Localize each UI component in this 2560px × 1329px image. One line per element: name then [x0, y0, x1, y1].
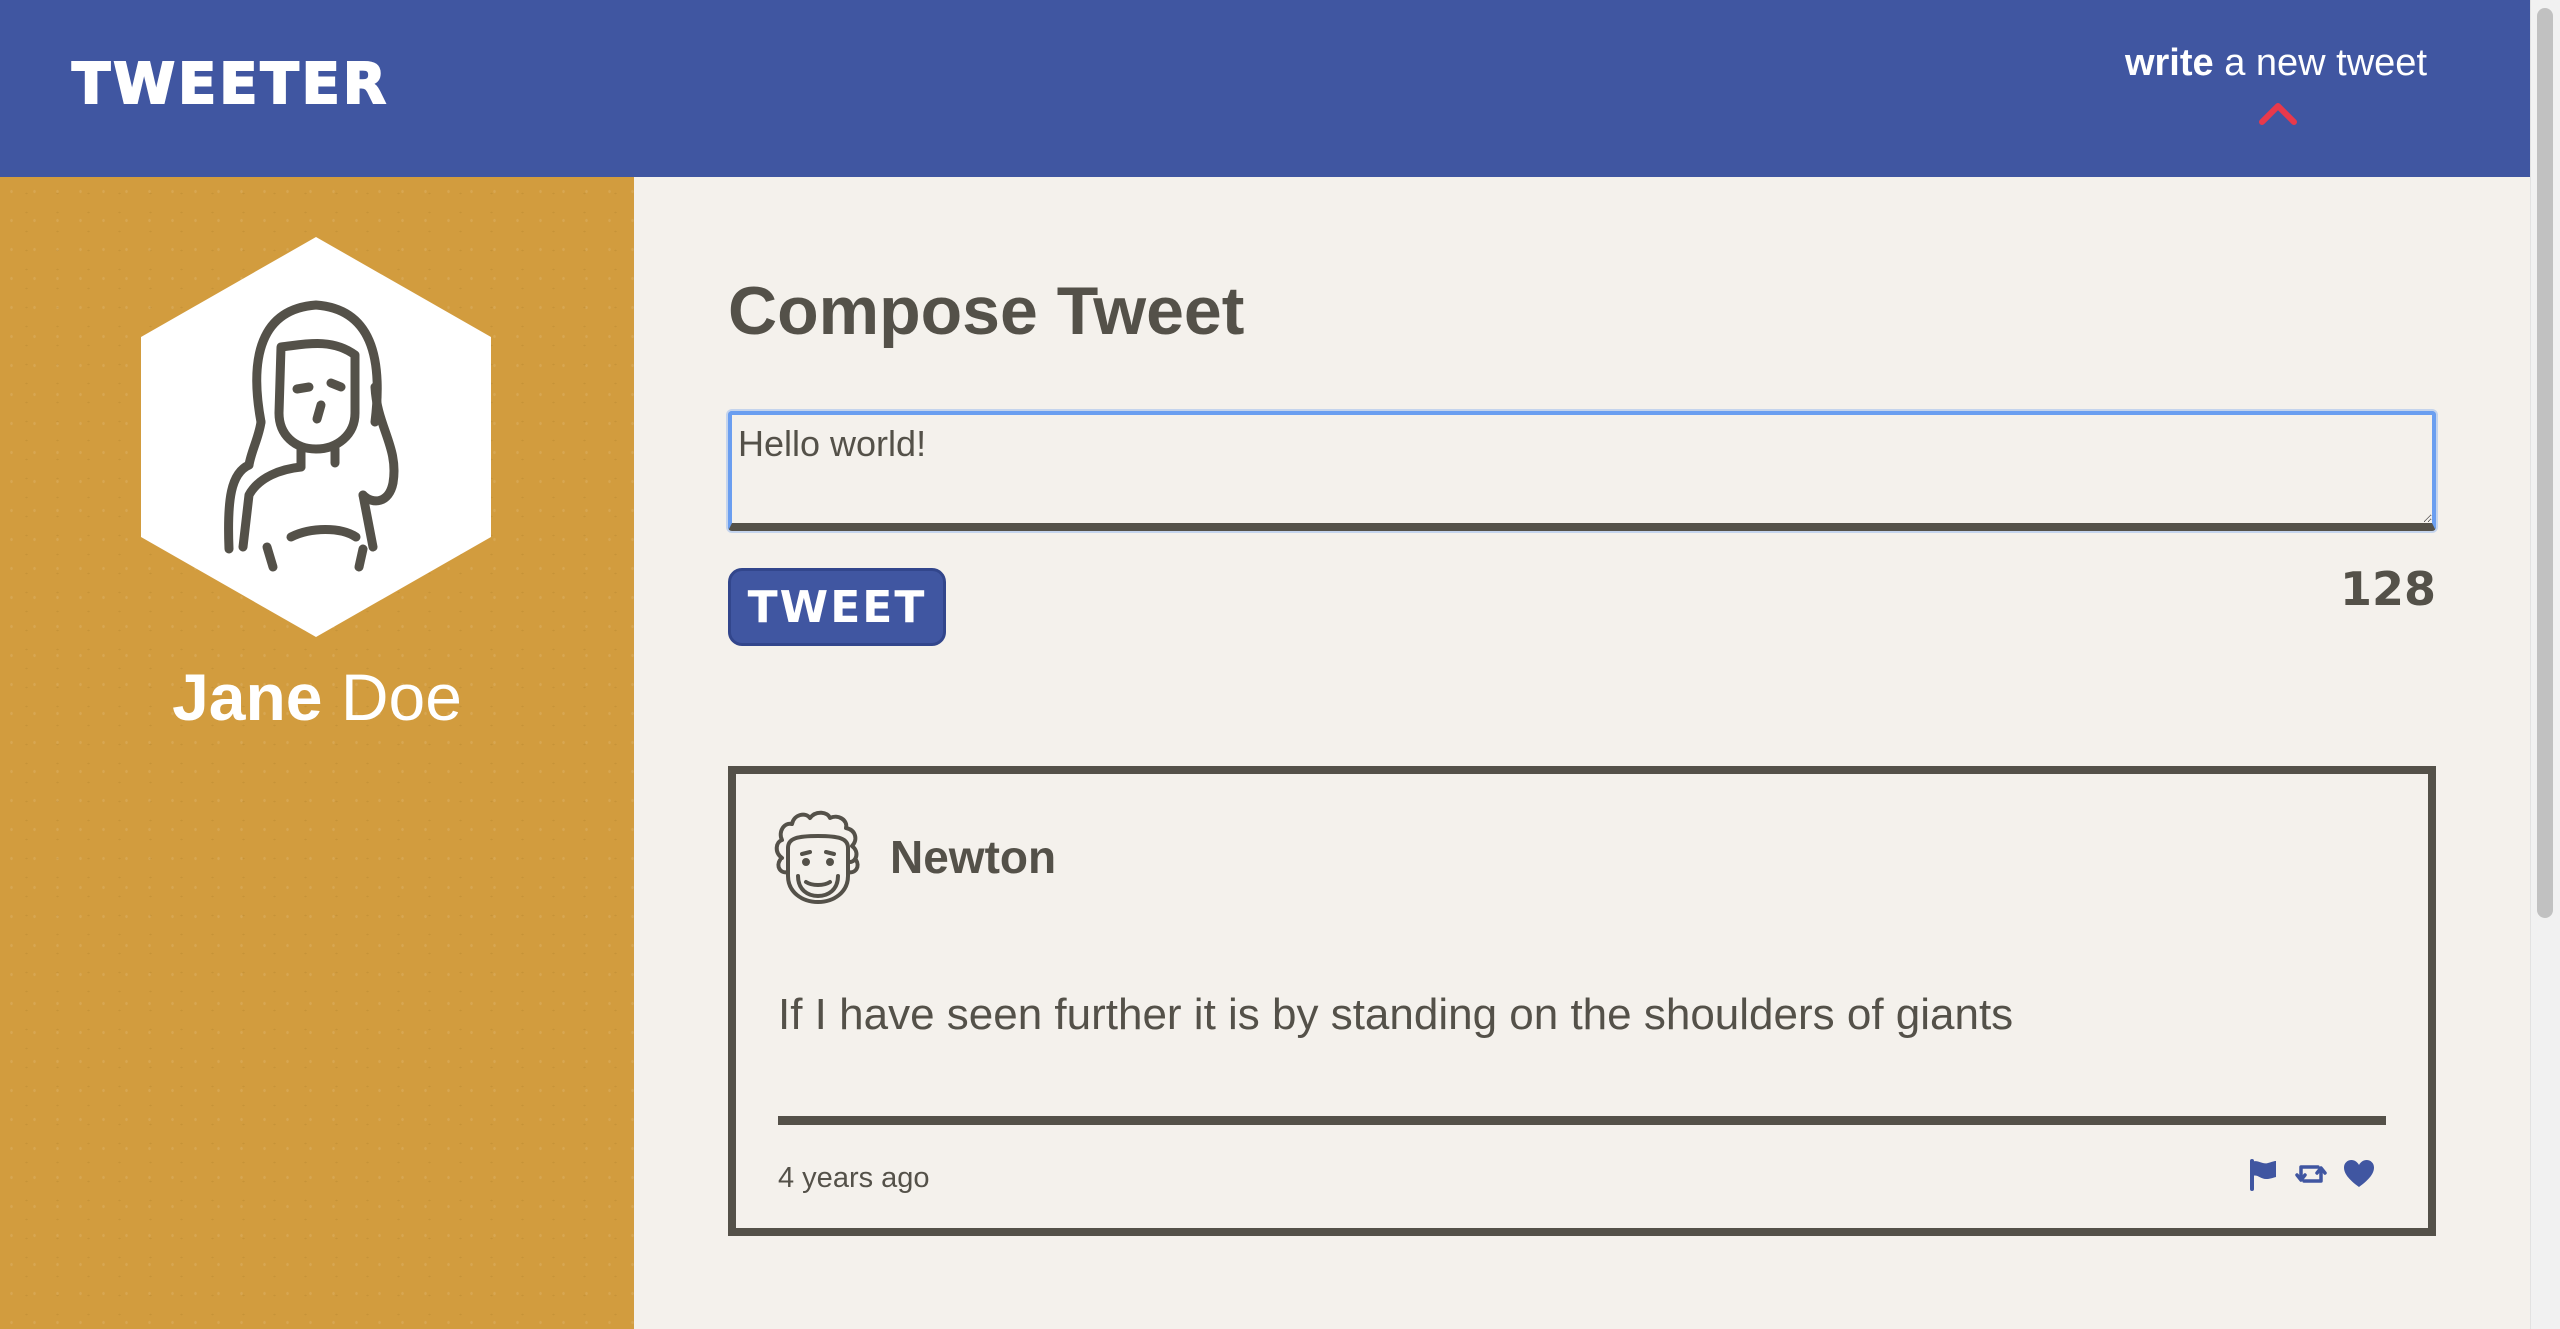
profile-first-name: Jane	[172, 660, 323, 734]
flag-icon[interactable]	[2246, 1157, 2280, 1191]
tweet-text-input[interactable]: Hello world!	[728, 411, 2436, 531]
tweet-submit-button[interactable]: TWEET	[728, 568, 946, 646]
brand-logo[interactable]: TWEETER	[71, 51, 389, 118]
top-nav: TWEETER write a new tweet	[0, 0, 2530, 177]
character-counter: 128	[2339, 562, 2436, 616]
profile-last-name: Doe	[322, 660, 462, 734]
chevron-up-icon[interactable]	[2258, 100, 2298, 126]
scrollbar-thumb[interactable]	[2537, 8, 2553, 918]
compose-title: Compose Tweet	[728, 273, 1245, 349]
tweet-divider	[778, 1116, 2386, 1125]
tweet-timestamp: 4 years ago	[778, 1162, 930, 1194]
heart-icon[interactable]	[2342, 1157, 2376, 1191]
write-new-tweet-link[interactable]: write a new tweet	[2125, 42, 2427, 85]
profile-name: Jane Doe	[0, 659, 634, 735]
profile-avatar-icon	[141, 237, 491, 637]
tweet-author-name: Newton	[890, 831, 1057, 883]
profile-sidebar: Jane Doe	[0, 177, 634, 1329]
retweet-icon[interactable]	[2294, 1157, 2328, 1191]
write-link-strong: write	[2124, 42, 2214, 84]
tweet-body-text: If I have seen further it is by standing…	[778, 990, 2014, 1039]
main-content: Compose Tweet Hello world! TWEET 128 New…	[634, 177, 2530, 1329]
write-link-rest: a new tweet	[2213, 42, 2427, 84]
tweet-actions	[2246, 1157, 2376, 1191]
tweet-author-avatar-icon	[774, 810, 860, 904]
tweet-card: Newton If I have seen further it is by s…	[728, 766, 2436, 1236]
